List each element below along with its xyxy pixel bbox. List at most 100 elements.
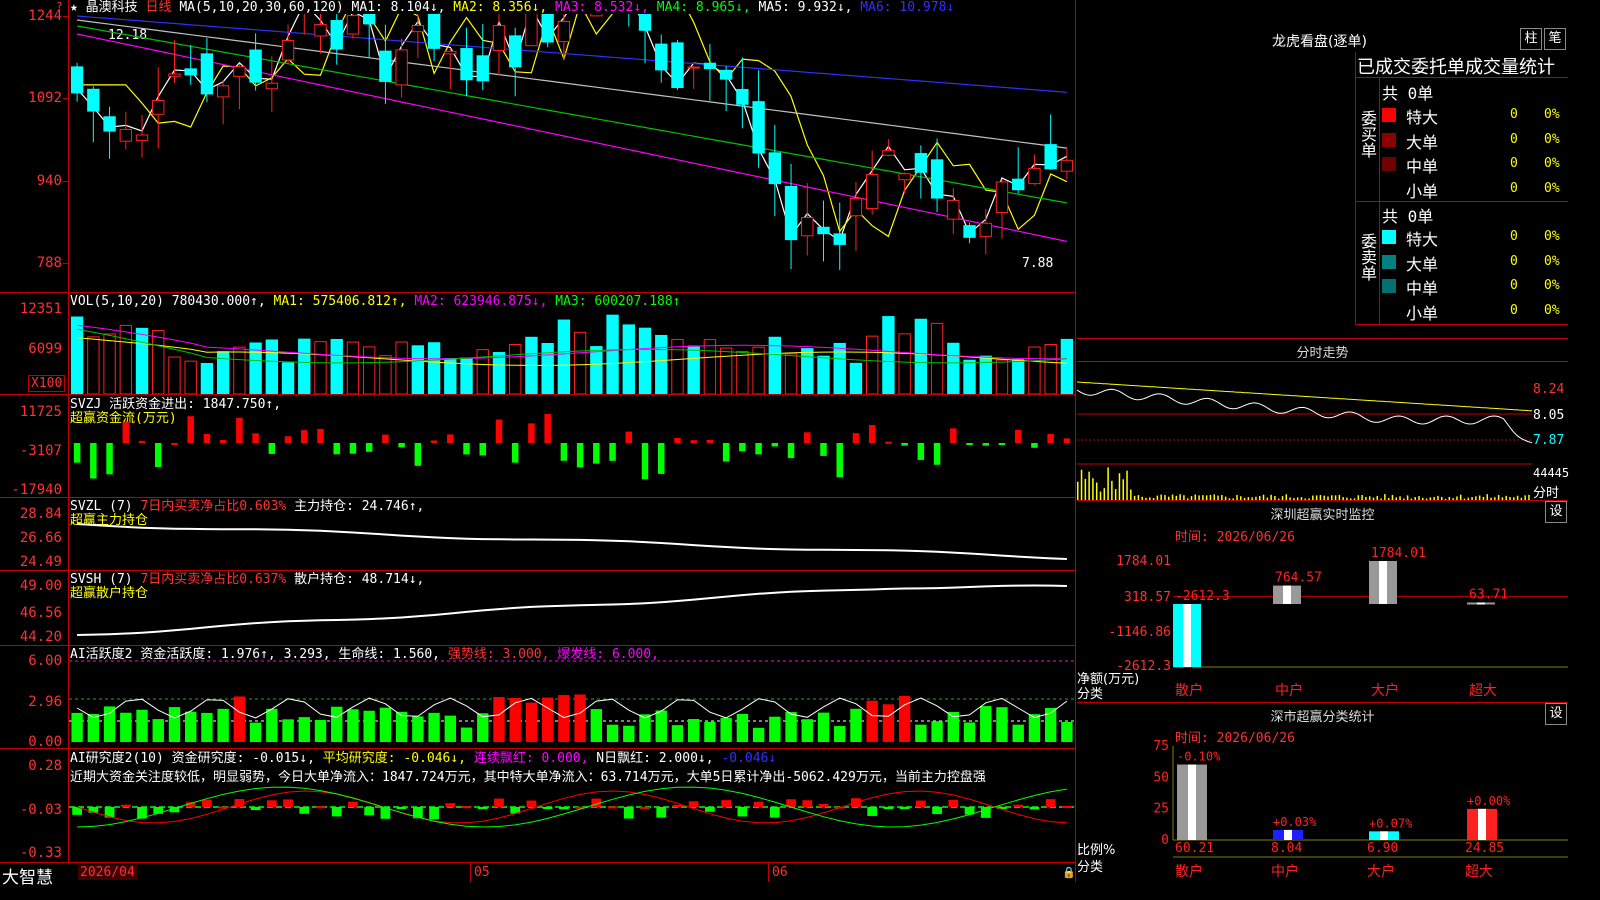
intraday-ytick-3: 7.87 (1533, 433, 1565, 448)
volume-bar (979, 355, 992, 394)
stats-settings-button[interactable]: 设 (1545, 703, 1567, 725)
activity-bar (996, 707, 1008, 742)
stock-name[interactable]: 晶澳科技 (86, 0, 138, 15)
buy-row-color-swatch (1382, 157, 1396, 171)
volume-bar (865, 335, 879, 394)
flow-bar (804, 432, 811, 443)
volume-bar (736, 350, 749, 394)
ma-line-3 (76, 33, 1068, 242)
activity-bar (282, 719, 294, 742)
vol-unit-label[interactable]: X100 (28, 375, 66, 392)
research-bar (802, 800, 813, 807)
intraday-chart[interactable] (1077, 362, 1532, 500)
intraday-vol-bar (1126, 470, 1128, 500)
sell-row-percent: 0% (1544, 278, 1560, 293)
flow-bar (787, 443, 795, 459)
date-may: 05 (474, 865, 490, 880)
intraday-vol-label: 44445 (1533, 466, 1570, 480)
activity-bar (412, 716, 424, 742)
main-ytick-4: 788 (36, 255, 62, 271)
candle-body (492, 25, 506, 51)
activity-bar (882, 704, 895, 742)
volume-bar (914, 318, 928, 394)
svzl-ytick-2: 26.66 (19, 530, 62, 546)
volume-bar (882, 316, 895, 394)
activity-chart[interactable] (69, 646, 1075, 748)
main-ytick-1: 1244 (28, 8, 62, 24)
volume-bar (1044, 344, 1057, 394)
research-bar (899, 807, 910, 809)
svzj-ytick-1: 11725 (19, 404, 62, 420)
activity-bar (152, 719, 164, 742)
retail-holding-chart[interactable] (69, 571, 1075, 645)
ma-line-2 (77, 14, 1068, 238)
vol-header: VOL(5,10,20) 780430.000↑, MA1: 575406.81… (70, 294, 681, 309)
tick-mode-button[interactable]: 笔 (1544, 28, 1566, 50)
flow-bar (268, 443, 276, 454)
sell-row-color-swatch (1382, 303, 1396, 318)
research-bar (672, 804, 683, 807)
main-holding-chart[interactable] (69, 498, 1075, 570)
brand-logo[interactable]: 大智慧 (2, 863, 53, 888)
research-bar (867, 807, 878, 816)
activity-bar (655, 710, 667, 742)
ma-line-5 (77, 19, 1067, 149)
volume-bar (622, 324, 635, 394)
intraday-vol-bar (1077, 481, 1079, 500)
candle-body (557, 21, 571, 43)
research-bar (948, 799, 959, 807)
flow-bar (154, 443, 162, 467)
flow-bar (1031, 443, 1038, 448)
monitor-settings-button[interactable]: 设 (1545, 501, 1567, 523)
candle-body (736, 88, 749, 105)
stats-ytick: 75 (1153, 740, 1169, 754)
period-label[interactable]: 日线 (146, 0, 172, 15)
intraday-ytick-2: 8.05 (1533, 408, 1565, 423)
candlestick-chart[interactable] (69, 14, 1075, 292)
activity-bar (298, 717, 310, 742)
volume-bar (963, 359, 976, 394)
star-icon[interactable]: ★ (70, 0, 78, 15)
activity-bar (460, 727, 473, 742)
flow-bar (771, 443, 779, 447)
sell-row-color-swatch (1382, 254, 1396, 269)
candle-body (930, 159, 944, 199)
lhb-tabs[interactable]: 已成交委托单成交量统计 (1357, 53, 1568, 79)
fund-flow-chart[interactable] (69, 395, 1075, 497)
activity-bar (623, 725, 635, 742)
lock-icon[interactable]: 🔒 (1062, 866, 1076, 879)
left-chart-area[interactable]: ★ 晶澳科技 日线 MA(5,10,20,30,60,120) MA1: 8.1… (0, 0, 1076, 888)
candle-body (281, 40, 295, 61)
ma2-value: MA2: 8.356↓, (453, 0, 548, 15)
volume-bar (411, 345, 425, 394)
flow-bar (333, 443, 340, 455)
monitor-bar-chart[interactable]: -2612.3 散户 764.57 中户 1784.01 大户 63.71 超大 (1173, 545, 1568, 701)
candle-body (476, 55, 489, 82)
flow-bar (657, 443, 665, 474)
flow-bar (1047, 434, 1054, 443)
candle-body (882, 149, 895, 156)
volume-bar (849, 362, 863, 394)
candle-body (119, 128, 132, 142)
volume-bar (1060, 338, 1074, 394)
flow-bar (349, 443, 357, 454)
flow-bar (382, 434, 389, 443)
activity-bar (931, 721, 943, 742)
stats-value-label: 24.85 (1465, 841, 1504, 856)
bar-mode-button[interactable]: 柱 (1520, 28, 1542, 50)
volume-bar (444, 358, 457, 394)
flow-bar (755, 443, 762, 455)
monitor-ytick-1: 1784.01 (1116, 554, 1171, 569)
research-bar (623, 807, 634, 819)
activity-bar (314, 719, 327, 742)
activity-bar (509, 697, 521, 742)
flow-bar (706, 439, 714, 443)
ma6-value: MA6: 10.978↓ (860, 0, 955, 15)
research-chart[interactable] (69, 749, 1075, 862)
flow-bar (998, 443, 1006, 445)
research-bar (299, 807, 310, 814)
volume-chart[interactable] (69, 310, 1075, 394)
stats-bar-chart[interactable]: 75 50 25 0 -0.10% 60.21 散户 +0.03% 8.04 中户 +0.07% 6.… (1117, 740, 1568, 882)
candle-body (330, 20, 343, 50)
candle-body (362, 14, 376, 25)
